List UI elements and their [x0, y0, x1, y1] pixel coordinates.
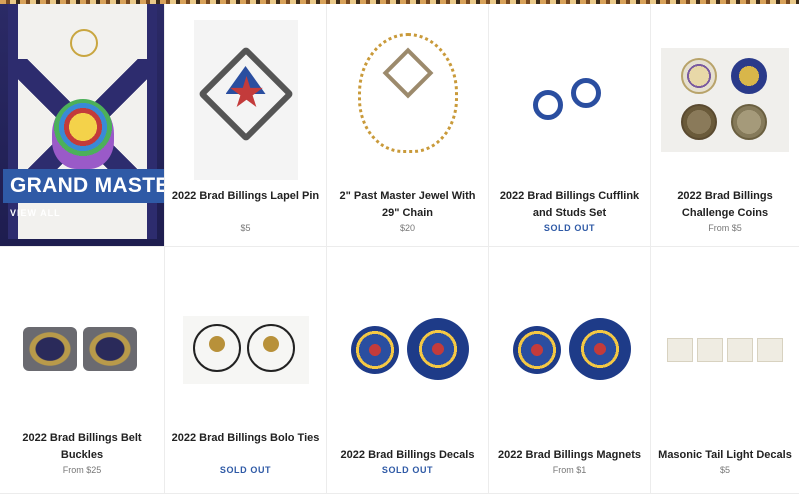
sold-out-badge: SOLD OUT	[543, 223, 596, 233]
product-image[interactable]	[665, 336, 785, 364]
product-image[interactable]	[19, 323, 145, 377]
product-title[interactable]: 2022 Brad Billings Cufflink and Studs Se…	[495, 188, 644, 222]
product-card[interactable]: 2" Past Master Jewel With 29" Chain $20	[327, 4, 489, 247]
product-card[interactable]: 2022 Brad Billings Bolo Ties SOLD OUT	[165, 247, 327, 494]
product-title[interactable]: 2022 Brad Billings Lapel Pin	[171, 188, 320, 205]
product-card[interactable]: 2022 Brad Billings Magnets From $1	[489, 247, 651, 494]
product-image[interactable]	[344, 316, 471, 384]
product-title[interactable]: 2022 Brad Billings Bolo Ties	[171, 430, 320, 447]
product-card[interactable]: Masonic Tail Light Decals $5	[651, 247, 799, 494]
product-title[interactable]: Masonic Tail Light Decals	[657, 447, 793, 464]
view-all-link[interactable]: VIEW ALL	[10, 208, 61, 218]
product-price: $20	[399, 223, 416, 233]
product-card[interactable]: 2022 Brad Billings Cufflink and Studs Se…	[489, 4, 651, 247]
collection-tile-grand-master[interactable]: GRAND MASTER VIEW ALL	[0, 4, 165, 247]
product-price: From $5	[708, 223, 742, 233]
product-card[interactable]: 2022 Brad Billings Decals SOLD OUT	[327, 247, 489, 494]
product-price: From $25	[62, 465, 102, 475]
collection-image	[8, 4, 157, 239]
product-price: From $1	[552, 465, 587, 475]
product-image[interactable]	[661, 48, 789, 152]
sold-out-badge: SOLD OUT	[219, 465, 272, 475]
product-price: $5	[240, 223, 251, 233]
product-image[interactable]	[182, 316, 309, 384]
product-image[interactable]	[514, 60, 625, 140]
product-price: $5	[719, 465, 730, 475]
product-title[interactable]: 2022 Brad Billings Belt Buckles	[6, 430, 158, 464]
product-card[interactable]: 2022 Brad Billings Belt Buckles From $25	[0, 247, 165, 494]
product-title[interactable]: 2" Past Master Jewel With 29" Chain	[333, 188, 482, 222]
collection-title[interactable]: GRAND MASTER	[3, 169, 164, 203]
product-grid: GRAND MASTER VIEW ALL 2022 Brad Billings…	[0, 4, 799, 494]
square-compass-icon	[70, 29, 98, 57]
product-title[interactable]: 2022 Brad Billings Decals	[333, 447, 482, 464]
product-title[interactable]: 2022 Brad Billings Challenge Coins	[657, 188, 793, 222]
product-card[interactable]: 2022 Brad Billings Lapel Pin $5	[165, 4, 327, 247]
sold-out-badge: SOLD OUT	[381, 465, 434, 475]
product-title[interactable]: 2022 Brad Billings Magnets	[495, 447, 644, 464]
product-card[interactable]: 2022 Brad Billings Challenge Coins From …	[651, 4, 799, 247]
product-image[interactable]	[193, 20, 298, 180]
product-image[interactable]	[347, 25, 468, 175]
product-image[interactable]	[506, 316, 633, 384]
